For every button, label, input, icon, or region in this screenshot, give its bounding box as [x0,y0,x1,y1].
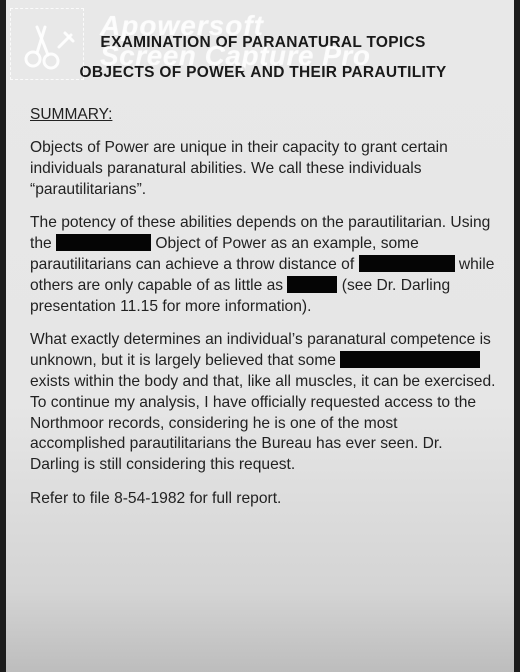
document-heading: EXAMINATION OF PARANATURAL TOPICS OBJECT… [30,28,496,88]
summary-label: SUMMARY: [30,106,113,123]
document-body: EXAMINATION OF PARANATURAL TOPICS OBJECT… [30,28,496,510]
paragraph-2: The potency of these abilities depends o… [30,213,496,317]
document-page: EXAMINATION OF PARANATURAL TOPICS OBJECT… [6,0,514,672]
paragraph-4: Refer to file 8-54-1982 for full report. [30,489,282,507]
redaction-bar [287,275,338,293]
title-line-2: OBJECTS OF POWER AND THEIR PARAUTILITY [79,64,447,81]
paragraph-1: Objects of Power are unique in their cap… [30,139,448,198]
paragraph-3: What exactly determines an individual’s … [30,330,496,476]
redaction-bar [340,351,481,369]
redaction-bar [56,234,152,252]
paragraph-3-text-b: exists within the body and that, like al… [30,372,496,474]
redaction-bar [358,254,455,272]
title-line-1: EXAMINATION OF PARANATURAL TOPICS [100,34,426,51]
